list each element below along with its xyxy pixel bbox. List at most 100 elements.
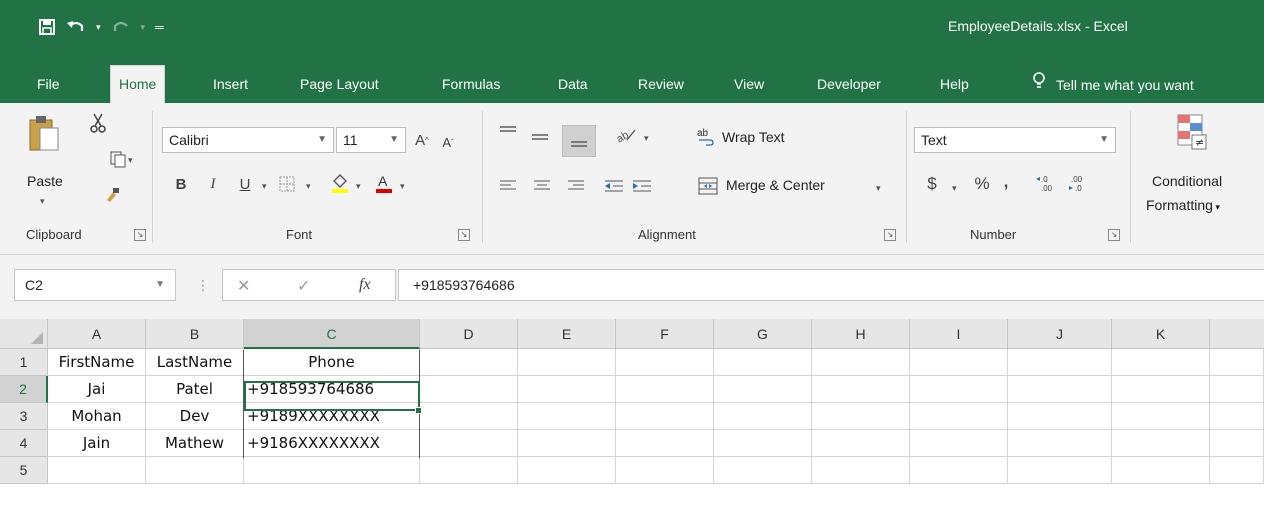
tab-review[interactable]: Review [630, 67, 692, 103]
enter-icon[interactable]: ✓ [297, 276, 310, 296]
middle-align-icon[interactable] [528, 127, 552, 149]
empty-cell[interactable] [616, 403, 714, 430]
empty-cell[interactable] [714, 457, 812, 484]
empty-cell[interactable] [1112, 403, 1210, 430]
underline-button[interactable]: U [234, 171, 256, 197]
column-header-g[interactable]: G [714, 319, 812, 349]
merge-dropdown-icon[interactable]: ▾ [876, 183, 881, 194]
increase-indent-icon[interactable] [630, 175, 654, 197]
empty-cell[interactable] [518, 349, 616, 376]
empty-cell[interactable] [616, 430, 714, 457]
cell-b3[interactable]: Dev [146, 403, 244, 430]
tab-formulas[interactable]: Formulas [434, 67, 508, 103]
empty-cell[interactable] [1210, 457, 1264, 484]
column-header-j[interactable]: J [1008, 319, 1112, 349]
borders-dropdown-icon[interactable]: ▾ [306, 181, 311, 192]
top-align-icon[interactable] [496, 121, 520, 143]
tab-file[interactable]: File [29, 67, 68, 103]
row-header-2[interactable]: 2 [0, 376, 48, 403]
cell-a2[interactable]: Jai [48, 376, 146, 403]
cell-c2[interactable]: +918593764686 [244, 376, 420, 403]
empty-cell[interactable] [420, 430, 518, 457]
bold-button[interactable]: B [170, 171, 192, 197]
undo-icon[interactable] [66, 18, 86, 36]
tab-insert[interactable]: Insert [205, 67, 256, 103]
column-header-i[interactable]: I [910, 319, 1008, 349]
align-right-icon[interactable] [564, 175, 588, 197]
align-left-icon[interactable] [496, 175, 520, 197]
empty-cell[interactable] [518, 403, 616, 430]
empty-cell[interactable] [420, 376, 518, 403]
row-header-3[interactable]: 3 [0, 403, 48, 430]
empty-cell[interactable] [518, 457, 616, 484]
empty-cell[interactable] [1008, 403, 1112, 430]
save-icon[interactable] [38, 18, 56, 36]
empty-cell[interactable] [1008, 349, 1112, 376]
redo-dropdown-icon[interactable]: ▾ [141, 22, 146, 33]
wrap-text-label[interactable]: Wrap Text [722, 129, 785, 145]
decrease-indent-icon[interactable] [602, 175, 626, 197]
paste-label[interactable]: Paste [27, 173, 63, 189]
column-header-partial[interactable] [1210, 319, 1264, 349]
empty-cell[interactable] [420, 403, 518, 430]
font-color-dropdown-icon[interactable]: ▾ [400, 181, 405, 192]
italic-button[interactable]: I [202, 171, 224, 197]
empty-cell[interactable] [420, 349, 518, 376]
cell-b1[interactable]: LastName [146, 349, 244, 376]
copy-icon[interactable] [106, 147, 130, 171]
number-format-dropdown[interactable]: Text ▼ [914, 127, 1116, 153]
empty-cell[interactable] [812, 376, 910, 403]
cell-a5[interactable] [48, 457, 146, 484]
name-box[interactable]: C2 ▼ [14, 269, 176, 301]
tab-home[interactable]: Home [110, 65, 166, 103]
fill-handle[interactable] [415, 407, 422, 414]
tab-page-layout[interactable]: Page Layout [292, 67, 387, 103]
formula-input[interactable]: +918593764686 [398, 269, 1264, 301]
empty-cell[interactable] [1112, 349, 1210, 376]
fill-color-icon[interactable] [328, 169, 352, 197]
empty-cell[interactable] [1210, 403, 1264, 430]
merge-center-label[interactable]: Merge & Center [726, 177, 825, 193]
orientation-icon[interactable]: ab [612, 123, 640, 147]
column-header-f[interactable]: F [616, 319, 714, 349]
align-center-icon[interactable] [530, 175, 554, 197]
empty-cell[interactable] [420, 457, 518, 484]
empty-cell[interactable] [910, 376, 1008, 403]
bottom-align-icon[interactable] [562, 125, 596, 157]
copy-dropdown-icon[interactable]: ▾ [128, 155, 133, 166]
cell-c3[interactable]: +9189XXXXXXXX [244, 403, 420, 430]
empty-cell[interactable] [1008, 376, 1112, 403]
font-color-icon[interactable]: A [372, 169, 396, 197]
cell-c5[interactable] [244, 457, 420, 484]
number-launcher-icon[interactable]: ↘ [1108, 229, 1120, 241]
font-name-dropdown[interactable]: Calibri ▼ [162, 127, 334, 153]
tab-data[interactable]: Data [550, 67, 596, 103]
select-all-button[interactable] [0, 319, 48, 349]
column-header-a[interactable]: A [48, 319, 146, 349]
cell-a3[interactable]: Mohan [48, 403, 146, 430]
cell-a1[interactable]: FirstName [48, 349, 146, 376]
format-painter-icon[interactable] [100, 183, 124, 207]
empty-cell[interactable] [1112, 376, 1210, 403]
empty-cell[interactable] [1008, 457, 1112, 484]
row-header-4[interactable]: 4 [0, 430, 48, 457]
comma-button[interactable]: , [998, 169, 1014, 195]
empty-cell[interactable] [812, 403, 910, 430]
empty-cell[interactable] [518, 430, 616, 457]
borders-icon[interactable] [276, 173, 298, 195]
empty-cell[interactable] [910, 457, 1008, 484]
column-header-h[interactable]: H [812, 319, 910, 349]
empty-cell[interactable] [714, 403, 812, 430]
formula-bar-grip-icon[interactable]: ⋮ [196, 277, 210, 294]
percent-button[interactable]: % [970, 171, 994, 197]
customize-toolbar-icon[interactable]: ═ [155, 20, 164, 34]
currency-button[interactable]: $ [922, 171, 942, 197]
column-header-e[interactable]: E [518, 319, 616, 349]
paste-icon[interactable] [24, 113, 64, 155]
font-size-dropdown[interactable]: 11 ▼ [336, 127, 406, 153]
tab-developer[interactable]: Developer [809, 67, 889, 103]
empty-cell[interactable] [714, 349, 812, 376]
underline-dropdown-icon[interactable]: ▾ [262, 181, 267, 192]
decrease-font-size-icon[interactable]: Aˇ [436, 129, 460, 155]
empty-cell[interactable] [910, 430, 1008, 457]
